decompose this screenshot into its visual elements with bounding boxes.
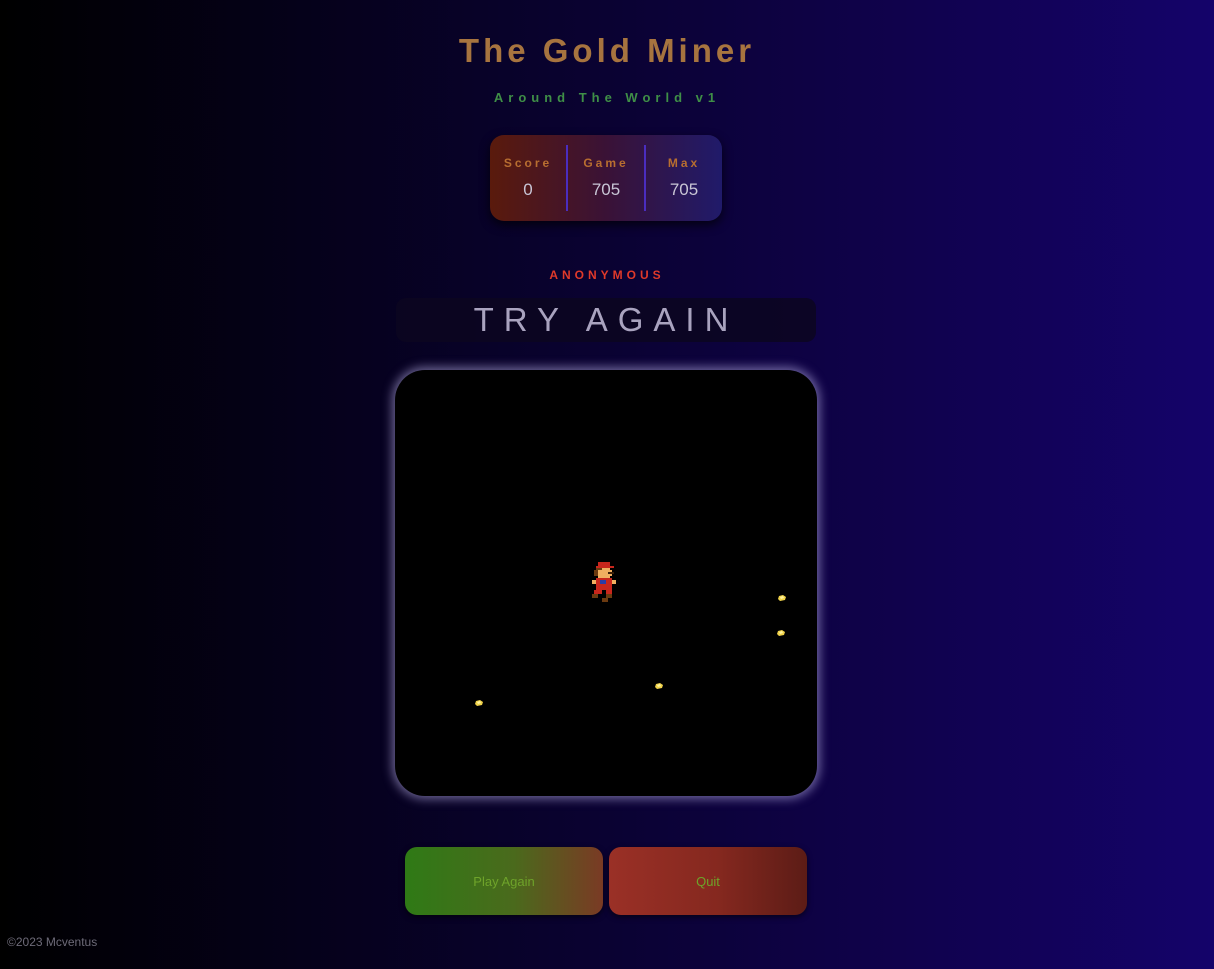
game-value: 705 <box>591 180 621 199</box>
game-stat: Game 705 <box>568 135 644 221</box>
status-message: TRY AGAIN <box>396 298 816 342</box>
game-label: Game <box>583 156 629 170</box>
max-stat: Max 705 <box>646 135 722 221</box>
score-stat: Score 0 <box>490 135 566 221</box>
player-name: ANONYMOUS <box>549 268 665 282</box>
gold-nugget-icon <box>778 595 786 601</box>
copyright-footer: ©2023 Mcventus <box>7 935 98 949</box>
quit-button[interactable]: Quit <box>609 847 807 915</box>
gold-nugget-icon <box>475 700 483 706</box>
game-subtitle: Around The World v1 <box>493 90 721 105</box>
game-title: The Gold Miner <box>458 32 756 69</box>
scoreboard: Score 0 Game 705 Max 705 <box>490 135 722 221</box>
gold-nugget-icon <box>777 630 785 636</box>
game-board[interactable] <box>395 370 817 796</box>
score-label: Score <box>503 156 553 170</box>
score-value: 0 <box>523 180 533 199</box>
max-label: Max <box>667 156 701 170</box>
play-again-button[interactable]: Play Again <box>405 847 603 915</box>
gold-nugget-icon <box>655 683 663 689</box>
max-value: 705 <box>669 180 699 199</box>
miner-sprite-icon <box>592 562 616 602</box>
